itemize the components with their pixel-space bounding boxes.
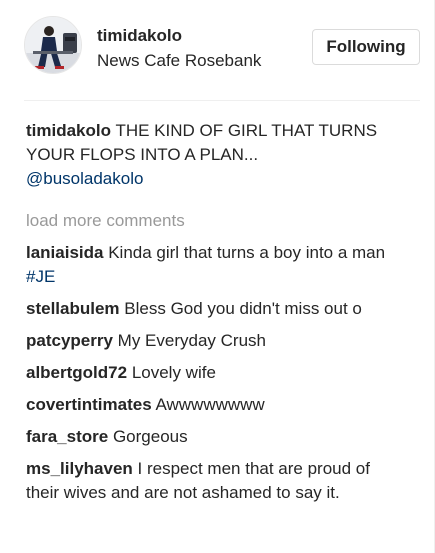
comment-item: fara_store Gorgeous [26,425,406,449]
avatar-image-icon [25,17,81,73]
comment-hashtag-link[interactable]: #JE [26,267,55,286]
comments-section: timidakolo THE KIND OF GIRL THAT TURNS Y… [26,119,406,505]
comment-username[interactable]: albertgold72 [26,363,127,382]
load-more-comments-link[interactable]: load more comments [26,209,406,233]
comment-username[interactable]: ms_lilyhaven [26,459,133,478]
comment-text: My Everyday Crush [112,331,266,350]
post-author-username[interactable]: timidakolo [97,26,182,46]
post-location[interactable]: News Cafe Rosebank [97,51,261,71]
comment-username[interactable]: fara_store [26,427,108,446]
comment-text: Lovely wife [127,363,216,382]
comment-text: Kinda girl that turns a boy into a man [103,243,386,262]
avatar[interactable] [24,16,82,74]
comment-username[interactable]: laniaisida [26,243,103,262]
comment-item: stellabulem Bless God you didn't miss ou… [26,297,406,321]
caption-author[interactable]: timidakolo [26,121,111,140]
comment-item: laniaisida Kinda girl that turns a boy i… [26,241,406,289]
comment-text: Bless God you didn't miss out o [119,299,362,318]
caption: timidakolo THE KIND OF GIRL THAT TURNS Y… [26,119,406,191]
comment-item: albertgold72 Lovely wife [26,361,406,385]
comment-list: laniaisida Kinda girl that turns a boy i… [26,241,406,505]
following-button[interactable]: Following [312,29,420,65]
comment-username[interactable]: covertintimates [26,395,152,414]
comment-username[interactable]: stellabulem [26,299,120,318]
comment-item: covertintimates Awwwwwwww [26,393,406,417]
header-divider [24,100,420,101]
post-panel: timidakolo News Cafe Rosebank Following … [0,0,435,553]
post-header: timidakolo News Cafe Rosebank Following [0,0,434,100]
comment-item: ms_lilyhaven I respect men that are prou… [26,457,406,505]
comment-username[interactable]: patcyperry [26,331,113,350]
comment-item: patcyperry My Everyday Crush [26,329,406,353]
comment-text: Gorgeous [108,427,188,446]
caption-mention-link[interactable]: @busoladakolo [26,169,143,188]
comment-text: Awwwwwwww [151,395,265,414]
